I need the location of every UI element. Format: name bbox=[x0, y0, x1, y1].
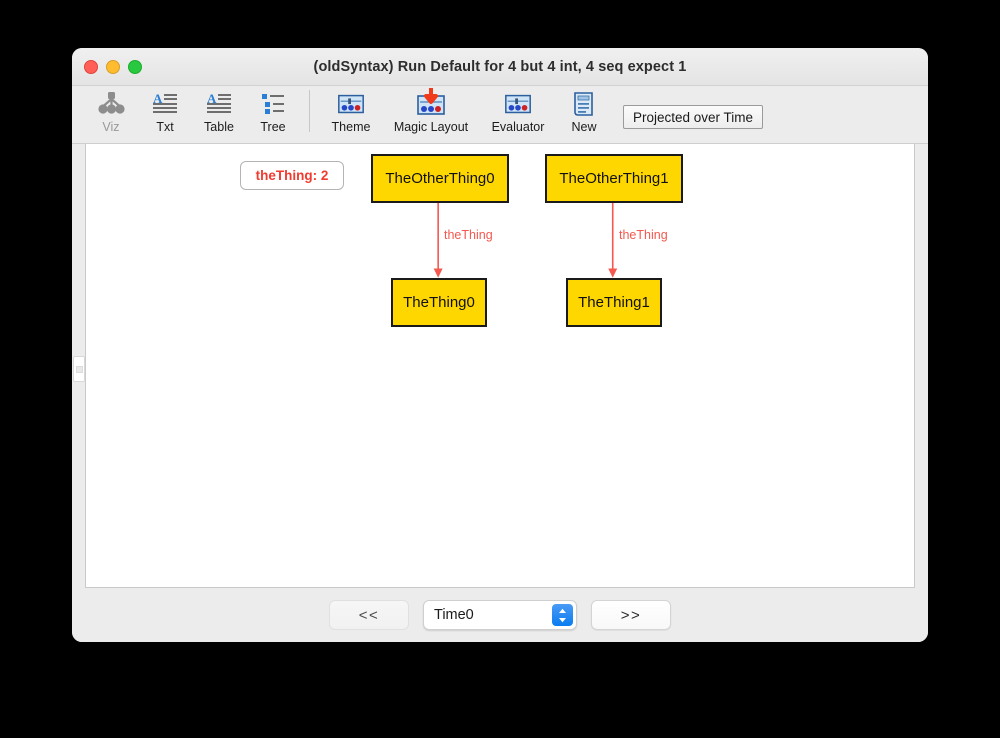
stepper-chevrons-icon[interactable] bbox=[552, 604, 573, 626]
playback-bar: << Time0 >> bbox=[72, 588, 928, 642]
toolbar-item-txt[interactable]: A Txt bbox=[138, 86, 192, 134]
view-tool-group: Viz A Txt A Table Tree bbox=[84, 86, 300, 143]
table-icon: A bbox=[204, 89, 234, 119]
screen: (oldSyntax) Run Default for 4 but 4 int,… bbox=[0, 0, 1000, 738]
toolbar-item-viz[interactable]: Viz bbox=[84, 86, 138, 134]
next-state-button[interactable]: >> bbox=[591, 600, 671, 630]
window-title: (oldSyntax) Run Default for 4 but 4 int,… bbox=[313, 58, 687, 75]
graph-node-thething1[interactable]: TheThing1 bbox=[566, 278, 662, 327]
toolbar-item-tree[interactable]: Tree bbox=[246, 86, 300, 134]
toolbar: Viz A Txt A Table Tree Theme Magic Layou… bbox=[72, 86, 928, 144]
toolbar-item-magic-layout-label: Magic Layout bbox=[393, 120, 469, 134]
graph-canvas[interactable]: theThing: 2 TheOtherThing0 TheOtherThing… bbox=[85, 144, 915, 588]
graph-node-thething0[interactable]: TheThing0 bbox=[391, 278, 487, 327]
magic-layout-icon bbox=[415, 87, 447, 119]
evaluator-icon bbox=[503, 89, 533, 119]
toolbar-item-viz-label: Viz bbox=[102, 120, 120, 134]
edge-label-thething-1: theThing bbox=[619, 228, 668, 242]
toolbar-item-new[interactable]: New bbox=[557, 86, 611, 134]
divider-dot bbox=[75, 365, 83, 373]
graph-edges bbox=[433, 203, 618, 278]
toolbar-item-evaluator-label: Evaluator bbox=[491, 120, 545, 134]
time-select-value: Time0 bbox=[434, 607, 474, 623]
application-window: (oldSyntax) Run Default for 4 but 4 int,… bbox=[72, 48, 928, 642]
projected-over-time-button[interactable]: Projected over Time bbox=[623, 105, 764, 129]
close-button[interactable] bbox=[84, 59, 98, 74]
toolbar-item-txt-label: Txt bbox=[156, 120, 174, 134]
zoom-button[interactable] bbox=[128, 59, 142, 74]
toolbar-item-theme[interactable]: Theme bbox=[319, 86, 383, 134]
previous-state-button[interactable]: << bbox=[329, 600, 409, 630]
graph-node-theotherthing1[interactable]: TheOtherThing1 bbox=[545, 154, 683, 203]
window-controls bbox=[84, 48, 142, 85]
toolbar-item-table-label: Table bbox=[204, 120, 234, 134]
toolbar-item-theme-label: Theme bbox=[331, 120, 371, 134]
minimize-button[interactable] bbox=[106, 59, 120, 74]
toolbar-item-tree-label: Tree bbox=[260, 120, 286, 134]
action-tool-group: Theme Magic Layout Evaluator New bbox=[319, 86, 611, 143]
toolbar-item-new-label: New bbox=[571, 120, 597, 134]
graph-icon bbox=[96, 89, 126, 119]
edge-label-thething-0: theThing bbox=[444, 228, 493, 242]
theme-icon bbox=[336, 89, 366, 119]
toolbar-item-table[interactable]: A Table bbox=[192, 86, 246, 135]
toolbar-item-evaluator[interactable]: Evaluator bbox=[479, 86, 557, 134]
time-select[interactable]: Time0 bbox=[423, 600, 577, 630]
toolbar-item-magic-layout[interactable]: Magic Layout bbox=[383, 86, 479, 134]
sidebar-divider-handle[interactable] bbox=[73, 356, 85, 382]
toolbar-divider bbox=[309, 90, 310, 132]
graph-node-theotherthing0[interactable]: TheOtherThing0 bbox=[371, 154, 509, 203]
atom-badge-thething[interactable]: theThing: 2 bbox=[240, 161, 344, 190]
window-titlebar: (oldSyntax) Run Default for 4 but 4 int,… bbox=[72, 48, 928, 86]
text-icon: A bbox=[150, 89, 180, 119]
new-document-icon bbox=[569, 89, 599, 119]
canvas-area: theThing: 2 TheOtherThing0 TheOtherThing… bbox=[72, 144, 928, 588]
tree-icon bbox=[258, 89, 288, 119]
